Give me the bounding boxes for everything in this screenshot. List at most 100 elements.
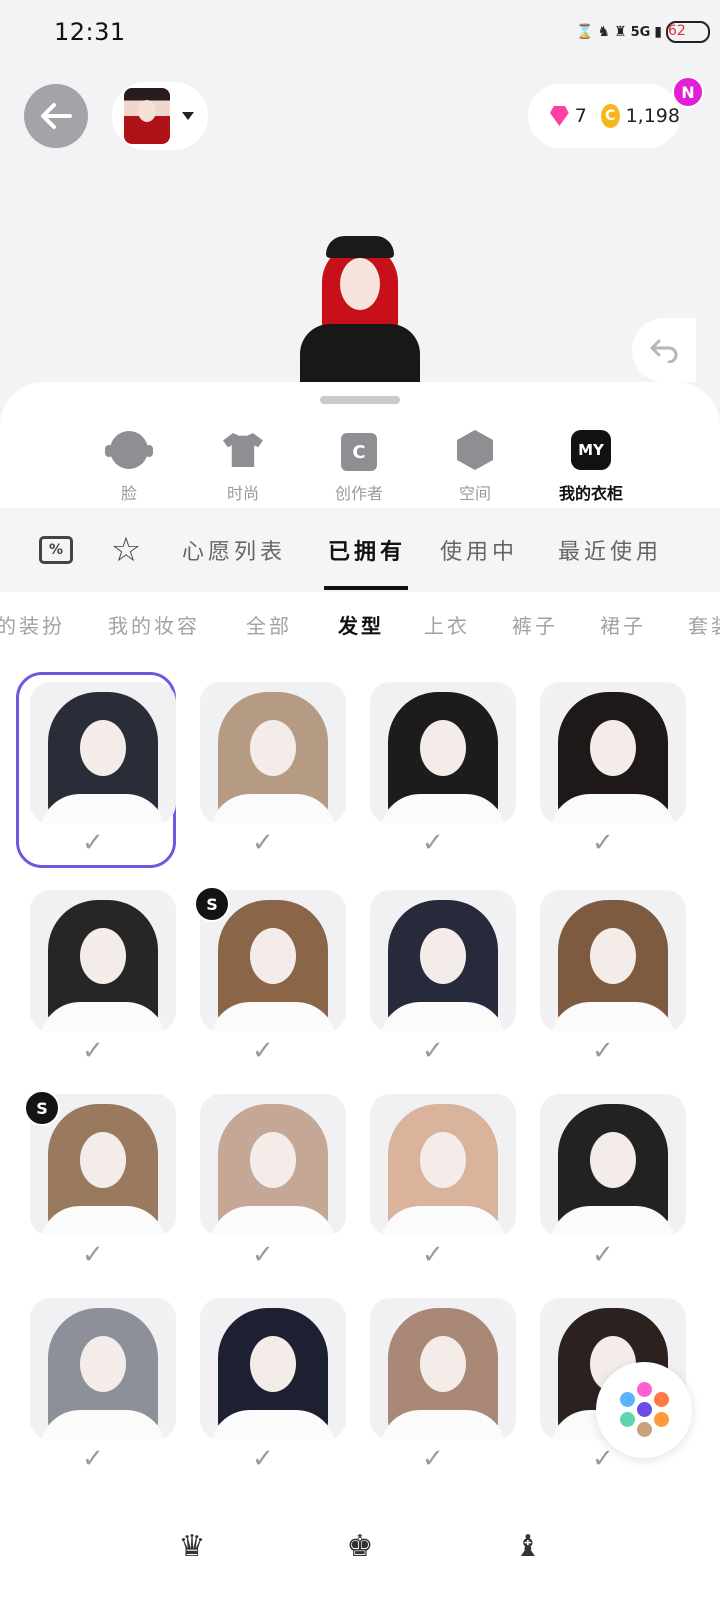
avatar-body [300,324,420,384]
subcat-all[interactable]: 全部 [246,610,292,639]
tab-owned[interactable]: 已拥有 [328,534,406,566]
color-dot [637,1382,652,1397]
category-creator[interactable]: C 创作者 [314,430,404,504]
hairstyle-item[interactable]: ✓ [526,880,686,1076]
category-fashion[interactable]: 时尚 [198,430,288,504]
bottom-nav: ♛ ♚ ♝ [0,1500,720,1612]
undo-button[interactable] [632,318,696,382]
owned-check-icon: ✓ [252,828,274,858]
category-label: 创作者 [334,484,383,503]
signal-icon: ▮ [654,24,662,40]
active-tab-indicator [324,586,408,590]
filter-tabs-area: % ☆ 心愿列表 已拥有 使用中 最近使用 [0,508,720,592]
owned-check-icon: ✓ [82,1036,104,1066]
sheet-drag-handle[interactable] [320,396,400,404]
avatar-headband [326,236,394,258]
hairstyle-item[interactable]: ✓ [356,1084,516,1280]
battery-icon: 62 [666,21,710,43]
hairstyle-item[interactable]: ✓ [526,672,686,868]
subcat-outfits[interactable]: 的装扮 [0,610,65,639]
character-icon-3[interactable]: ♝ [508,1526,548,1566]
space-cube-icon [457,430,493,470]
hairstyle-item[interactable]: ✓ [186,1084,346,1280]
mannequin-face [80,928,126,984]
subcat-hairstyle[interactable]: 发型 [338,610,384,639]
subcat-tops[interactable]: 上衣 [424,610,470,639]
mannequin-face [420,1132,466,1188]
mannequin-face [250,720,296,776]
owned-check-icon: ✓ [82,828,104,858]
category-space[interactable]: 空间 [430,430,520,504]
owned-check-icon: ✓ [422,828,444,858]
owned-check-icon: ✓ [252,1444,274,1474]
subcat-pants[interactable]: 裤子 [512,610,558,639]
owned-check-icon: ✓ [82,1240,104,1270]
favorites-button[interactable]: ☆ [106,530,146,570]
owned-check-icon: ✓ [422,1240,444,1270]
hairstyle-thumbnail [540,890,686,1032]
character-icon-1[interactable]: ♛ [172,1526,212,1566]
hairstyle-item[interactable]: ✓ [16,1288,176,1484]
mannequin-face [250,928,296,984]
hairstyle-item[interactable]: S ✓ [16,1084,176,1280]
character-icon-2[interactable]: ♚ [340,1526,380,1566]
mannequin-face [590,720,636,776]
app-notification-icon: ♞ [597,24,610,40]
color-dot [620,1392,635,1407]
status-time: 12:31 [54,18,126,46]
star-icon: ☆ [110,530,142,570]
category-face[interactable]: 脸 [84,430,174,504]
hairstyle-thumbnail [200,1094,346,1236]
hairstyle-item[interactable]: ✓ [356,672,516,868]
hairstyle-item[interactable]: ✓ [526,1084,686,1280]
hairstyle-thumbnail [30,890,176,1032]
status-icons: ⌛ ♞ ♜ 5G ▮ 62 [576,18,710,46]
coupon-button[interactable]: % [36,530,76,570]
owned-check-icon: ✓ [592,1036,614,1066]
hairstyle-item[interactable]: ✓ [186,1288,346,1484]
color-dot [637,1422,652,1437]
subcat-makeup[interactable]: 我的妆容 [108,610,200,639]
subcat-skirts[interactable]: 裙子 [600,610,646,639]
network-label: 5G [630,24,651,40]
color-dot [620,1412,635,1427]
notification-badge[interactable]: N [672,76,704,108]
arrow-left-icon [41,103,72,129]
coin-count: 1,198 [625,105,680,127]
tab-wishlist[interactable]: 心愿列表 [182,534,286,566]
app-notification-icon: ♜ [614,24,627,40]
hairstyle-thumbnail [540,1094,686,1236]
color-palette-button[interactable] [596,1362,692,1458]
chevron-down-icon [182,112,194,120]
my-closet-icon: MY [571,430,611,470]
hairstyle-item[interactable]: ✓ [356,880,516,1076]
mannequin-face [590,1132,636,1188]
avatar-switcher[interactable] [112,82,208,150]
category-label: 时尚 [226,484,259,503]
subcat-sets[interactable]: 套装 [688,610,720,639]
hairstyle-item[interactable]: S ✓ [186,880,346,1076]
hairstyle-item[interactable]: ✓ [16,672,176,868]
status-bar: 12:31 ⌛ ♞ ♜ 5G ▮ 62 [0,0,720,64]
hairstyle-item[interactable]: ✓ [186,672,346,868]
creator-bag-icon: C [341,433,377,471]
owned-check-icon: ✓ [592,1240,614,1270]
gem-count: 7 [574,105,587,127]
back-button[interactable] [24,84,88,148]
color-dot [654,1412,669,1427]
tab-recently-used[interactable]: 最近使用 [558,534,662,566]
hairstyle-thumbnail [370,1298,516,1440]
hairstyle-item[interactable]: ✓ [16,880,176,1076]
shirt-icon [223,433,263,467]
avatar-face [340,258,380,310]
s-grade-badge: S [24,1090,60,1126]
hairstyle-item[interactable]: ✓ [356,1288,516,1484]
mannequin-face [420,720,466,776]
category-label: 脸 [120,484,137,503]
tab-in-use[interactable]: 使用中 [440,534,518,566]
mannequin-face [420,1336,466,1392]
avatar-preview[interactable] [300,232,420,384]
currency-panel[interactable]: 7 C 1,198 [528,84,680,148]
gem-icon [550,106,569,126]
category-my-closet[interactable]: MY 我的衣柜 [546,430,636,504]
